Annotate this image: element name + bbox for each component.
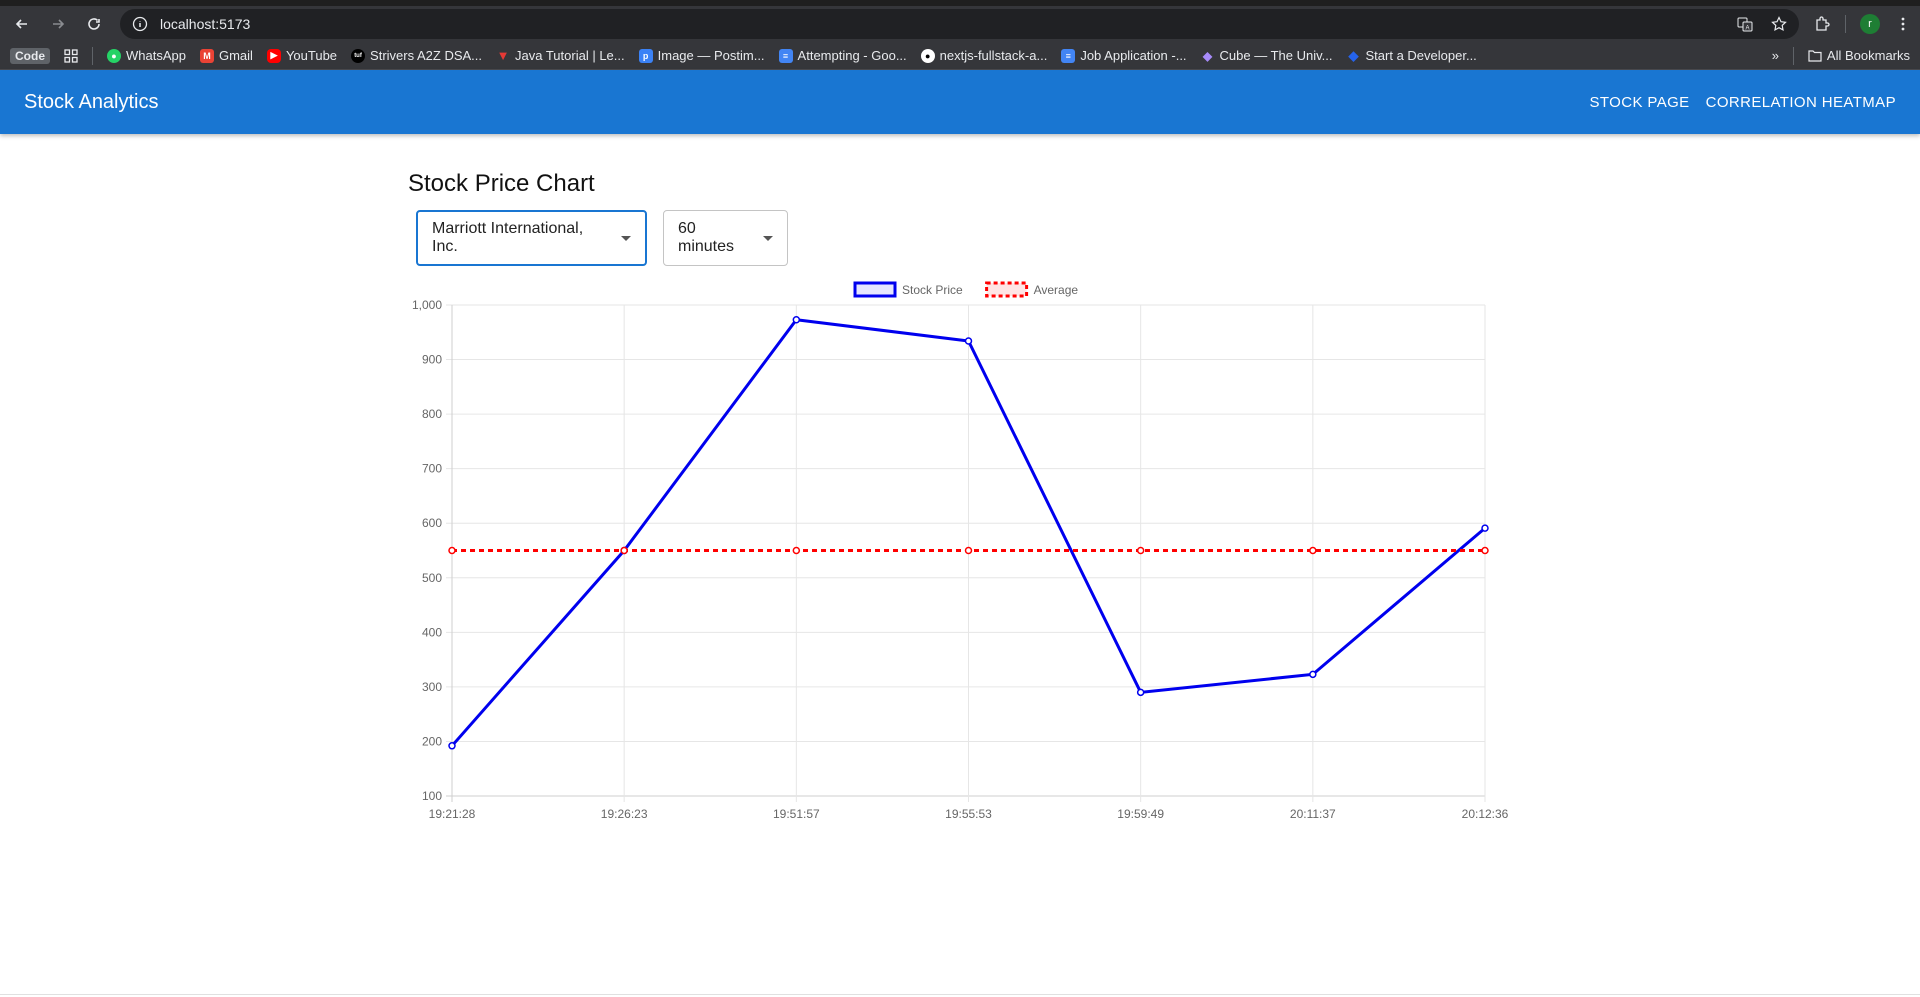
stock-select-value: Marriott International, Inc. xyxy=(432,220,584,255)
x-tick-label: 19:51:57 xyxy=(773,807,820,821)
stock-price-chart: 100 200 300 400 500 600 700 800 900 1,000 19:21:28… xyxy=(400,278,1520,838)
time-window-select[interactable]: 60 minutes xyxy=(663,210,788,266)
extensions-icon[interactable] xyxy=(1813,15,1831,33)
folder-icon xyxy=(1808,49,1822,62)
bookmark-whatsapp[interactable]: ● WhatsApp xyxy=(107,48,186,63)
docs-icon: ≡ xyxy=(778,48,793,63)
cube-icon: ◆ xyxy=(1202,48,1213,63)
forward-icon[interactable] xyxy=(44,10,72,38)
bookmarks-separator xyxy=(92,46,93,65)
y-tick-label: 800 xyxy=(422,407,442,421)
data-point xyxy=(448,742,456,750)
data-point xyxy=(620,546,628,555)
page-bottom-border xyxy=(0,994,1920,995)
x-tick-label: 19:59:49 xyxy=(1117,807,1164,821)
main-content: Stock Price Chart Marriott International… xyxy=(408,170,1508,266)
data-point xyxy=(1136,546,1145,555)
toolbar-separator xyxy=(1845,15,1846,33)
data-point xyxy=(1481,524,1489,532)
postimage-icon: p xyxy=(638,48,653,63)
github-icon: ● xyxy=(920,48,935,63)
all-bookmarks[interactable]: All Bookmarks xyxy=(1808,48,1910,63)
data-point xyxy=(792,546,801,555)
youtube-icon: ▶ xyxy=(266,48,281,63)
url-text[interactable]: localhost:5173 xyxy=(160,16,1737,32)
y-tick-label: 1,000 xyxy=(412,298,442,312)
time-window-select-value: 60 minutes xyxy=(678,220,735,255)
bookmarks-overflow-icon[interactable]: » xyxy=(1772,48,1779,63)
y-tick-label: 200 xyxy=(422,734,442,748)
stock-select[interactable]: Marriott International, Inc. xyxy=(416,210,647,266)
svg-text:A: A xyxy=(1746,26,1750,32)
bookmark-start-developer[interactable]: ◆ Start a Developer... xyxy=(1347,47,1477,64)
x-tick-label: 19:21:28 xyxy=(429,807,476,821)
y-tick-label: 400 xyxy=(422,625,442,639)
x-tick-label: 20:11:37 xyxy=(1290,807,1336,821)
data-point xyxy=(448,546,456,555)
y-tick-label: 600 xyxy=(422,516,442,530)
data-point xyxy=(964,546,973,555)
legend-swatch xyxy=(853,281,897,298)
tuf-icon: tuf xyxy=(351,48,366,63)
bookmarks-bar: Code ● WhatsApp M Gmail ▶ YouTube tuf Strive… xyxy=(0,42,1920,70)
bookmark-star-icon[interactable] xyxy=(1771,16,1787,32)
bookmark-job-application[interactable]: ≡ Job Application -... xyxy=(1061,48,1187,63)
legend-label: Stock Price xyxy=(902,283,963,297)
data-point xyxy=(792,315,801,324)
browser-toolbar: localhost:5173 A r xyxy=(0,6,1920,42)
y-tick-label: 700 xyxy=(422,462,442,476)
bookmark-gmail[interactable]: M Gmail xyxy=(199,48,253,63)
profile-avatar[interactable]: r xyxy=(1860,14,1880,34)
legend-label: Average xyxy=(1034,283,1079,297)
y-tick-label: 300 xyxy=(422,680,442,694)
x-tick-label: 19:55:53 xyxy=(945,807,992,821)
bookmark-attempting[interactable]: ≡ Attempting - Goo... xyxy=(778,48,907,63)
diamond-icon: ◆ xyxy=(1348,47,1359,63)
address-bar[interactable]: localhost:5173 A xyxy=(120,9,1799,39)
x-tick-label: 19:26:23 xyxy=(601,807,648,821)
whatsapp-icon: ● xyxy=(107,48,121,63)
app-bar: Stock Analytics STOCK PAGE CORRELATION H… xyxy=(0,70,1920,134)
translate-icon[interactable]: A xyxy=(1737,16,1753,32)
bookmark-nextjs[interactable]: ● nextjs-fullstack-a... xyxy=(920,48,1047,63)
data-point xyxy=(1309,546,1317,555)
chevron-down-icon xyxy=(763,235,773,241)
bookmark-cube[interactable]: ◆ Cube — The Univ... xyxy=(1201,48,1333,63)
java-icon: ▼ xyxy=(496,48,510,63)
nav-stock-page[interactable]: STOCK PAGE xyxy=(1589,94,1689,111)
nav-correlation-heatmap[interactable]: CORRELATION HEATMAP xyxy=(1706,94,1896,111)
x-tick-label: 20:12:36 xyxy=(1462,807,1509,821)
y-tick-label: 500 xyxy=(422,571,442,585)
menu-icon[interactable] xyxy=(1894,15,1912,33)
chart-svg: 100 200 300 400 500 600 700 800 900 1,000 19:21:28… xyxy=(412,281,1509,821)
bookmark-java-tutorial[interactable]: ▼ Java Tutorial | Le... xyxy=(496,48,625,63)
bookmark-code[interactable]: Code xyxy=(10,47,50,64)
y-tick-label: 900 xyxy=(422,353,442,367)
reload-icon[interactable] xyxy=(80,10,108,38)
back-icon[interactable] xyxy=(8,10,36,38)
site-info-icon[interactable] xyxy=(132,16,148,32)
gmail-icon: M xyxy=(199,48,214,63)
data-point xyxy=(964,337,973,345)
app-brand: Stock Analytics xyxy=(24,90,159,113)
page-title: Stock Price Chart xyxy=(408,170,595,197)
data-point xyxy=(1309,670,1317,679)
bookmark-youtube[interactable]: ▶ YouTube xyxy=(266,48,337,63)
bookmark-strivers[interactable]: tuf Strivers A2Z DSA... xyxy=(351,48,482,63)
chart-controls: Marriott International, Inc. 60 minutes xyxy=(408,210,1508,266)
docs-icon: ≡ xyxy=(1061,48,1076,63)
bookmarks-separator-2 xyxy=(1792,46,1794,65)
y-tick-label: 100 xyxy=(422,789,442,803)
data-point xyxy=(1136,688,1145,697)
chevron-down-icon xyxy=(621,235,631,241)
apps-grid-icon[interactable] xyxy=(64,48,78,63)
bookmark-postimage[interactable]: p Image — Postim... xyxy=(638,48,765,63)
data-point xyxy=(1481,546,1489,555)
legend-swatch xyxy=(985,281,1029,298)
